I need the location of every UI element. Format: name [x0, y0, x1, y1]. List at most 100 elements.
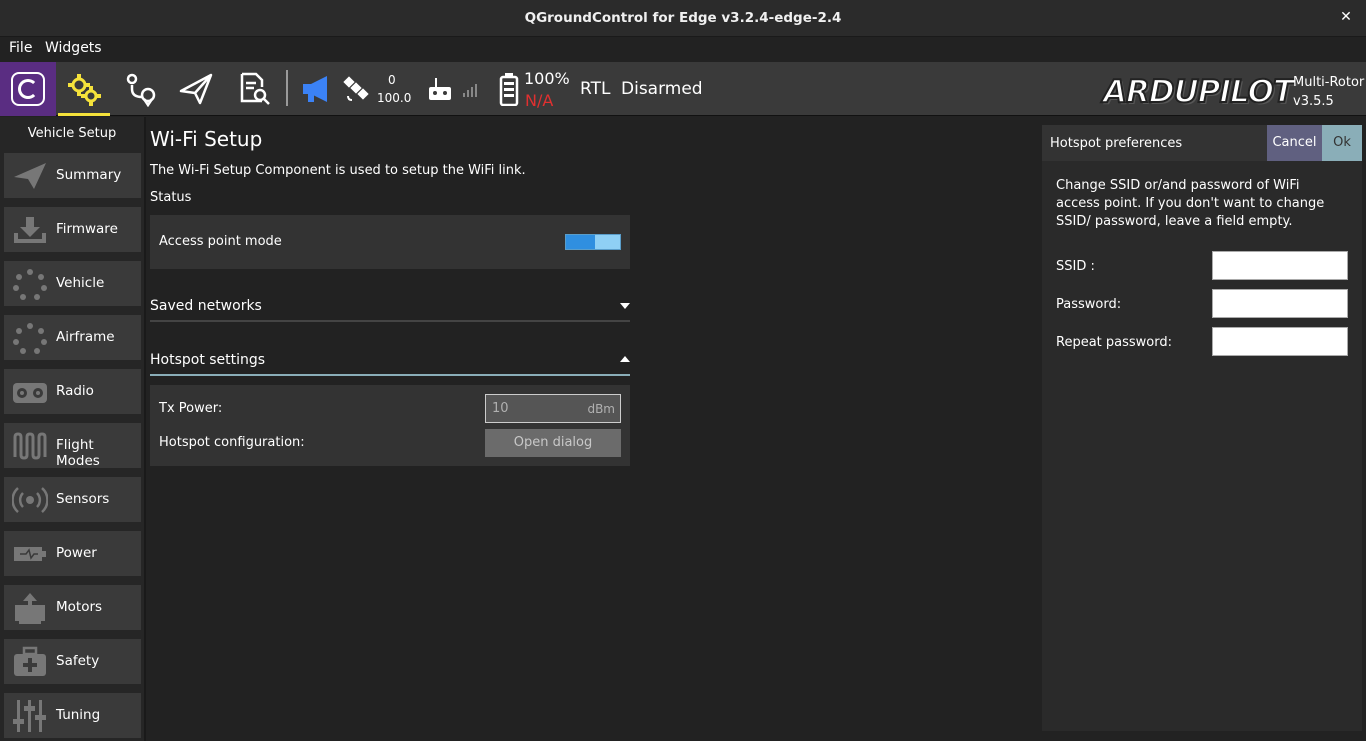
chevron-down-icon [620, 303, 630, 309]
battery-icon [11, 537, 49, 570]
sensor-icon [11, 483, 49, 516]
hotspot-config-label: Hotspot configuration: [159, 435, 305, 450]
cancel-button[interactable]: Cancel [1267, 125, 1322, 161]
download-icon [11, 213, 49, 246]
sidebar-item-label: Tuning [56, 707, 101, 723]
tx-power-value: 10 [492, 401, 509, 416]
ardupilot-logo: ARDUPILOT [1102, 73, 1295, 111]
sliders-icon [11, 699, 49, 732]
document-search-icon [240, 72, 270, 105]
sidebar-item-sensors[interactable]: Sensors [4, 477, 141, 522]
sidebar-item-label: Firmware [56, 221, 118, 237]
dots-circle-icon [11, 321, 49, 354]
rc-rssi-indicator[interactable] [424, 62, 456, 116]
chevron-up-icon [620, 356, 630, 362]
repeat-password-label: Repeat password: [1056, 335, 1172, 350]
hotspot-preferences-dialog: Hotspot preferences Cancel Ok Change SSI… [1042, 125, 1362, 731]
dialog-header: Hotspot preferences Cancel Ok [1042, 125, 1362, 161]
route-pin-icon [126, 73, 156, 107]
battery-indicator[interactable] [496, 62, 522, 116]
signal-strength [460, 62, 482, 116]
saved-networks-header[interactable]: Saved networks [150, 292, 630, 322]
window-title: QGroundControl for Edge v3.2.4-edge-2.4 [524, 10, 842, 26]
sidebar-item-summary[interactable]: Summary [4, 153, 141, 198]
repeat-password-field[interactable] [1212, 327, 1348, 356]
sidebar-item-label: Airframe [56, 329, 115, 345]
sidebar-item-label: Radio [56, 383, 94, 399]
ok-button[interactable]: Ok [1322, 125, 1362, 161]
tx-power-input[interactable]: 10 dBm [485, 394, 621, 423]
motor-icon [11, 591, 49, 624]
sidebar-item-firmware[interactable]: Firmware [4, 207, 141, 252]
sidebar-item-label: Sensors [56, 491, 110, 507]
firmware-version: v3.5.5 [1293, 94, 1334, 109]
qgc-logo-icon [11, 72, 45, 106]
fly-view-button[interactable] [170, 62, 222, 116]
tx-power-label: Tx Power: [159, 401, 223, 416]
announcer-button[interactable] [296, 62, 336, 116]
sidebar-item-tuning[interactable]: Tuning [4, 693, 141, 738]
menu-file[interactable]: File [9, 40, 32, 56]
qgc-logo-button[interactable] [0, 62, 56, 116]
gps-hdop: 100.0 [377, 91, 412, 105]
megaphone-icon [303, 76, 327, 102]
battery-icon [499, 73, 519, 106]
analyze-view-button[interactable] [228, 62, 280, 116]
radio-transmitter-icon [11, 375, 49, 408]
access-point-row: Access point mode [150, 215, 630, 269]
page-description: The Wi-Fi Setup Component is used to set… [150, 163, 526, 178]
password-field[interactable] [1212, 289, 1348, 318]
plan-view-button[interactable] [114, 62, 166, 116]
section-divider [150, 320, 630, 322]
sidebar-item-flight-modes[interactable]: Flight Modes [4, 423, 141, 469]
sidebar-item-label: Vehicle [56, 275, 105, 291]
hotspot-settings-header[interactable]: Hotspot settings [150, 346, 630, 376]
sidebar-item-safety[interactable]: Safety [4, 639, 141, 684]
open-dialog-button[interactable]: Open dialog [485, 429, 621, 457]
sidebar-item-airframe[interactable]: Airframe [4, 315, 141, 360]
wave-icon [11, 429, 49, 462]
battery-voltage: N/A [525, 91, 554, 110]
gps-indicator[interactable] [340, 62, 374, 116]
menu-widgets[interactable]: Widgets [45, 40, 102, 56]
rc-transmitter-icon [429, 78, 451, 100]
main-toolbar: 0 100.0 100% N/A RTL Disarmed ARDUPILOT … [0, 62, 1366, 116]
sidebar-title: Vehicle Setup [27, 126, 117, 141]
window-titlebar: QGroundControl for Edge v3.2.4-edge-2.4 … [0, 0, 1366, 37]
section-divider [150, 374, 630, 376]
flight-mode[interactable]: RTL [580, 79, 610, 99]
vehicle-setup-sidebar: Vehicle Setup Summary Firmware Vehicle A… [0, 117, 146, 741]
arm-state[interactable]: Disarmed [621, 79, 703, 99]
first-aid-icon [11, 645, 49, 678]
vehicle-setup-button[interactable] [58, 62, 110, 116]
sidebar-item-label: Flight Modes [56, 437, 100, 469]
page-title: Wi-Fi Setup [150, 127, 263, 151]
paper-plane-icon [11, 159, 49, 192]
ssid-field[interactable] [1212, 251, 1348, 280]
sidebar-item-radio[interactable]: Radio [4, 369, 141, 414]
gears-icon [68, 74, 101, 106]
sidebar-item-label: Safety [56, 653, 100, 669]
gps-satellite-count: 0 [388, 73, 396, 87]
dialog-description: Change SSID or/and password of WiFi acce… [1056, 178, 1325, 229]
sidebar-item-power[interactable]: Power [4, 531, 141, 576]
toolbar-separator [286, 70, 288, 106]
sidebar-item-motors[interactable]: Motors [4, 585, 141, 630]
sidebar-item-label: Motors [56, 599, 103, 615]
ssid-label: SSID : [1056, 259, 1095, 274]
close-window-button[interactable]: ✕ [1338, 8, 1354, 26]
battery-percent: 100% [524, 69, 570, 88]
wifi-setup-panel: Wi-Fi Setup The Wi-Fi Setup Component is… [146, 117, 1042, 741]
menu-bar: File Widgets [0, 37, 1366, 62]
saved-networks-label: Saved networks [150, 298, 262, 314]
signal-bars-icon [463, 84, 477, 97]
paper-plane-icon [179, 73, 213, 105]
sidebar-item-vehicle[interactable]: Vehicle [4, 261, 141, 306]
hotspot-settings-label: Hotspot settings [150, 352, 266, 368]
access-point-label: Access point mode [159, 234, 282, 249]
password-label: Password: [1056, 297, 1122, 312]
satellite-icon [343, 76, 369, 101]
dots-circle-icon [11, 267, 49, 300]
vehicle-type: Multi-Rotor [1293, 75, 1365, 90]
access-point-toggle[interactable] [565, 234, 621, 250]
